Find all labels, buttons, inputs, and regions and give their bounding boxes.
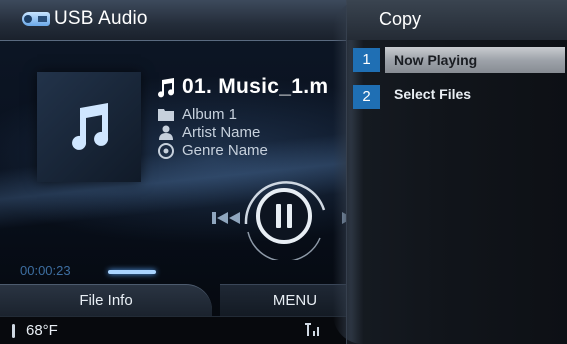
- previous-track-icon[interactable]: [212, 210, 242, 226]
- status-bar: 68°F: [0, 316, 370, 344]
- title-bar: USB Audio: [0, 0, 370, 41]
- usb-audio-player: USB Audio 01. Music_1.m Album 1 Artist N…: [0, 0, 370, 344]
- artist-name: Artist Name: [182, 124, 261, 141]
- menu-item-select-files[interactable]: Select Files: [385, 81, 565, 107]
- album-name: Album 1: [182, 106, 238, 123]
- signal-strength-icon: [305, 323, 319, 336]
- progress-area: 00:00:23: [0, 262, 370, 282]
- music-note-icon: [72, 103, 109, 150]
- usb-icon: [22, 12, 50, 26]
- menu-item-now-playing[interactable]: Now Playing: [385, 47, 565, 73]
- temperature: 68°F: [26, 322, 58, 339]
- folder-icon: [158, 109, 174, 121]
- music-note-icon: [158, 78, 175, 98]
- person-icon: [159, 125, 173, 140]
- bottom-tabs: File Info MENU: [0, 284, 370, 317]
- album-art: [37, 72, 141, 182]
- genre-disc-icon: [158, 143, 174, 159]
- head-unit-screen: USB Audio 01. Music_1.m Album 1 Artist N…: [0, 0, 567, 344]
- pause-button[interactable]: [254, 186, 314, 246]
- page-title: USB Audio: [54, 8, 148, 29]
- track-title: 01. Music_1.m: [182, 75, 329, 98]
- genre-name: Genre Name: [182, 142, 268, 159]
- file-info-button[interactable]: File Info: [0, 284, 212, 317]
- menu-title: Copy: [379, 9, 422, 29]
- callout-badge: 1: [353, 48, 380, 72]
- elapsed-time: 00:00:23: [20, 263, 71, 278]
- callout-badge: 2: [353, 85, 380, 109]
- progress-bar[interactable]: [108, 270, 156, 274]
- thermometer-icon: [12, 324, 15, 338]
